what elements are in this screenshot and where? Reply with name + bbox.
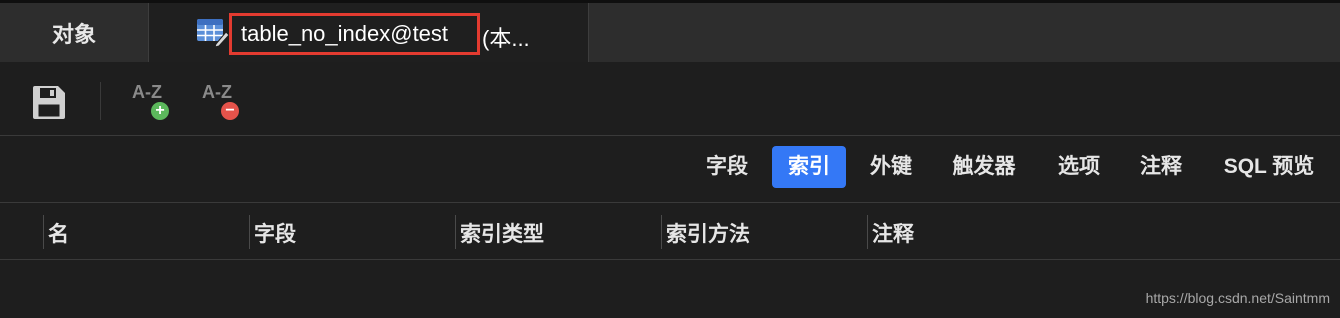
subtab-foreign-keys[interactable]: 外键	[858, 146, 924, 188]
tab-objects-label: 对象	[51, 21, 96, 47]
subtab-triggers[interactable]: 触发器	[940, 146, 1028, 188]
column-separator[interactable]	[867, 215, 868, 249]
tab-table-design[interactable]: table_no_index@test (本...	[149, 3, 589, 62]
highlight-annotation	[229, 13, 480, 55]
column-separator[interactable]	[249, 215, 250, 249]
save-icon[interactable]	[30, 84, 68, 122]
column-header-index-type[interactable]: 索引类型	[460, 218, 544, 248]
tab-table-suffix: (本...	[482, 26, 530, 51]
plus-icon: +	[151, 102, 169, 120]
toolbar: A-Z + A-Z −	[0, 62, 1340, 136]
subtab-fields[interactable]: 字段	[694, 146, 760, 188]
index-grid-header: 名 字段 索引类型 索引方法 注释	[0, 203, 1340, 260]
table-edit-icon	[196, 17, 230, 48]
column-separator[interactable]	[661, 215, 662, 249]
toolbar-divider	[100, 82, 101, 120]
sort-az-label: A-Z	[202, 82, 232, 102]
column-header-name[interactable]: 名	[48, 218, 69, 248]
remove-sort-button[interactable]: A-Z −	[202, 82, 246, 124]
subtab-options[interactable]: 选项	[1046, 146, 1112, 188]
subtab-indexes[interactable]: 索引	[772, 146, 846, 188]
column-separator[interactable]	[455, 215, 456, 249]
column-separator[interactable]	[43, 215, 44, 249]
subtab-sql-preview[interactable]: SQL 预览	[1210, 146, 1328, 188]
watermark-text: https://blog.csdn.net/Saintmm	[1145, 290, 1330, 306]
add-sort-button[interactable]: A-Z +	[132, 82, 176, 124]
subtab-comments[interactable]: 注释	[1128, 146, 1194, 188]
index-grid-body[interactable]	[0, 260, 1340, 318]
tab-bar: 对象 table_no_index@test (本...	[0, 0, 1340, 62]
sort-az-label: A-Z	[132, 82, 162, 102]
design-subtabs: 字段 索引 外键 触发器 选项 注释 SQL 预览	[0, 136, 1340, 203]
tab-objects[interactable]: 对象	[0, 3, 149, 62]
column-header-comment[interactable]: 注释	[872, 218, 914, 248]
column-header-fields[interactable]: 字段	[254, 218, 296, 248]
minus-icon: −	[221, 102, 239, 120]
column-header-index-method[interactable]: 索引方法	[666, 218, 750, 248]
